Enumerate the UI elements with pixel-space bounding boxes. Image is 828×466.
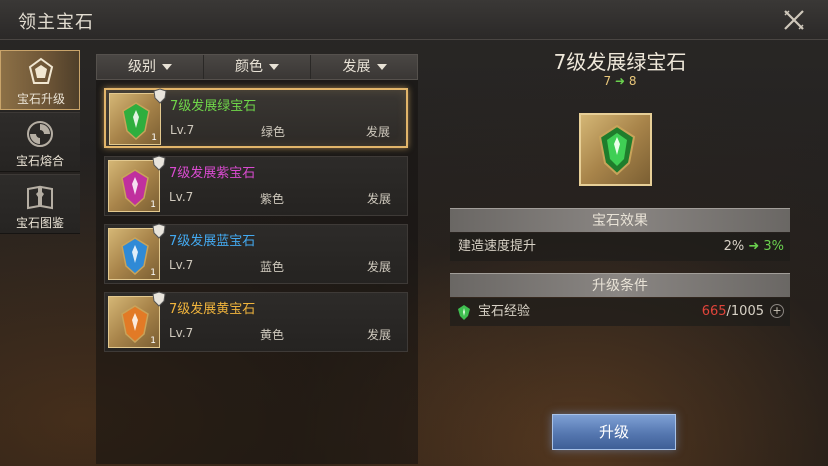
gem-effect-row: 建造速度提升 2% ➜ 3% [450, 233, 790, 261]
add-exp-button[interactable]: + [770, 304, 784, 318]
gem-count: 1 [150, 268, 156, 278]
dropdown-arrow-icon [162, 64, 172, 70]
gem-level: Lv.7 [169, 326, 194, 340]
gem-fusion-icon [27, 121, 53, 147]
gem-name: 7级发展黄宝石 [169, 302, 256, 317]
close-icon [784, 10, 804, 30]
gem-icon [121, 237, 149, 275]
upgrade-condition-row: 宝石经验 665/1005 + [450, 298, 790, 326]
nav-item-gem-upgrade[interactable]: 宝石升级 [0, 50, 80, 110]
gem-type: 发展 [366, 328, 391, 342]
gem-icon [122, 102, 150, 140]
gem-icon [121, 169, 149, 207]
gem-color: 绿色 [261, 125, 286, 139]
gem-count: 1 [150, 200, 156, 210]
gem-effect-header: 宝石效果 [450, 208, 790, 232]
gem-type: 发展 [365, 125, 390, 139]
filter-color[interactable]: 颜色 [204, 55, 311, 79]
gem-name: 7级发展绿宝石 [170, 99, 257, 114]
upgrade-button[interactable]: 升级 [552, 414, 676, 450]
filter-bar: 级别 颜色 发展 [96, 54, 418, 80]
gem-list-panel: 级别 颜色 发展 1 7级发展绿宝石 Lv.7 绿色 发展 1 7级发展紫宝石 Lv.7 紫色发… [96, 54, 418, 464]
gem-exp-icon [458, 305, 470, 320]
upgrade-condition-header: 升级条件 [450, 273, 790, 297]
arrow-right-icon: ➜ [614, 74, 626, 88]
side-nav: 宝石升级 宝石熔合 宝石图鉴 [0, 50, 80, 240]
effect-values: 2% ➜ 3% [724, 233, 784, 261]
gem-name: 7级发展蓝宝石 [169, 234, 256, 249]
gem-name: 7级发展紫宝石 [169, 166, 256, 181]
gem-level: Lv.7 [169, 190, 194, 204]
green-gem-icon [598, 125, 636, 175]
close-button[interactable] [782, 8, 806, 32]
filter-development[interactable]: 发展 [311, 55, 418, 79]
gem-level: Lv.7 [170, 123, 195, 137]
gem-list-item[interactable]: 1 7级发展紫宝石 Lv.7 紫色 发展 [104, 155, 408, 216]
condition-label: 宝石经验 [478, 304, 531, 319]
nav-item-gem-codex[interactable]: 宝石图鉴 [0, 174, 80, 234]
title-bar: 领主宝石 [0, 0, 828, 40]
gem-color: 黄色 [260, 328, 285, 342]
effect-from: 2% [723, 239, 745, 254]
detail-title: 7级发展绿宝石 [553, 50, 687, 74]
selected-gem-image [579, 113, 652, 186]
exp-current: 665 [701, 304, 727, 319]
nav-label: 宝石升级 [16, 92, 65, 106]
filter-color-label: 颜色 [235, 59, 263, 75]
nav-label: 宝石图鉴 [15, 216, 64, 230]
gem-type: 发展 [366, 260, 391, 274]
gem-type: 发展 [366, 192, 391, 206]
gem-icon [121, 305, 149, 343]
nav-label: 宝石熔合 [15, 154, 64, 168]
shield-badge-icon [152, 223, 166, 239]
effect-to: 3% [763, 239, 784, 254]
filter-level[interactable]: 级别 [97, 55, 204, 79]
shield-badge-icon [153, 88, 167, 104]
gem-list-item[interactable]: 1 7级发展绿宝石 Lv.7 绿色 发展 [104, 88, 408, 148]
gem-list-item[interactable]: 1 7级发展蓝宝石 Lv.7 蓝色 发展 [104, 223, 408, 284]
level-change: 7 ➜ 8 [590, 74, 650, 92]
filter-level-label: 级别 [128, 59, 156, 75]
game-screen: 领主宝石 宝石升级 宝石熔合 宝石图鉴 级别 颜色 发展 1 7级发展绿宝石 L… [0, 0, 828, 466]
gem-codex-icon [27, 185, 53, 210]
nav-item-gem-fusion[interactable]: 宝石熔合 [0, 112, 80, 172]
gem-level: Lv.7 [169, 258, 194, 272]
dropdown-arrow-icon [269, 64, 279, 70]
window-title: 领主宝石 [18, 12, 94, 33]
gem-thumbnail: 1 [109, 88, 167, 145]
gem-thumbnail: 1 [108, 155, 166, 212]
level-from: 7 [603, 74, 612, 88]
gem-color: 蓝色 [260, 260, 285, 274]
exp-values: 665/1005 [702, 298, 764, 326]
gem-color: 紫色 [260, 192, 285, 206]
gem-upgrade-icon [28, 57, 54, 84]
arrow-right-icon: ➜ [748, 239, 760, 254]
gem-thumbnail: 1 [108, 291, 166, 348]
gem-count: 1 [151, 133, 157, 143]
effect-label: 建造速度提升 [458, 239, 537, 254]
shield-badge-icon [152, 155, 166, 171]
level-to: 8 [628, 74, 637, 88]
gem-thumbnail: 1 [108, 223, 166, 280]
shield-badge-icon [152, 291, 166, 307]
exp-required: /1005 [726, 304, 764, 319]
gem-list-item[interactable]: 1 7级发展黄宝石 Lv.7 黄色 发展 [104, 291, 408, 352]
dropdown-arrow-icon [376, 64, 387, 70]
gem-count: 1 [150, 336, 156, 346]
filter-development-label: 发展 [342, 59, 371, 75]
